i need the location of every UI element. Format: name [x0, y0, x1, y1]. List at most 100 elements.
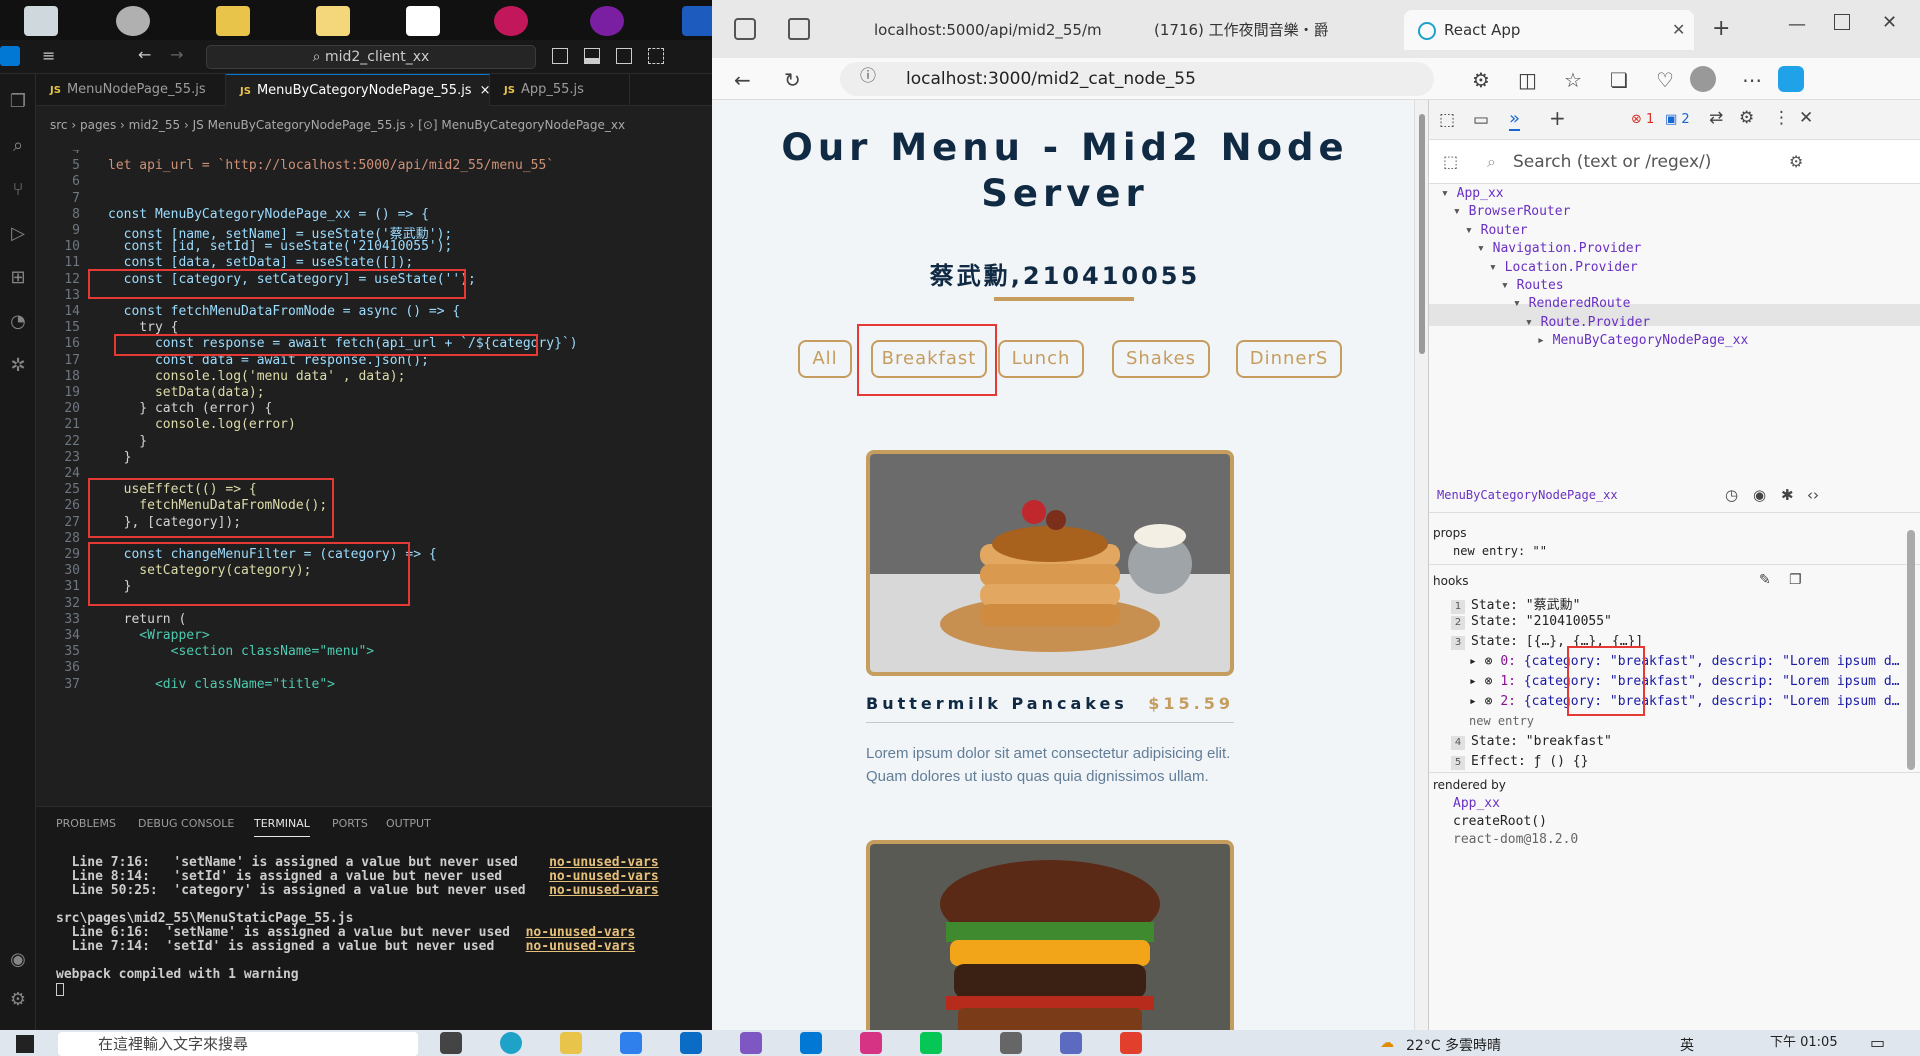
device-emulation-icon[interactable]: ▭ [1473, 110, 1489, 130]
hook-row[interactable]: ▸ ⊗ 1: {category: "breakfast", descrip: … [1469, 674, 1899, 689]
network-icon[interactable]: ⇄ [1709, 108, 1723, 128]
extensions-icon[interactable]: ⚙ [1472, 68, 1490, 92]
devtools-close-icon[interactable]: ✕ [1799, 108, 1813, 128]
weather-icon[interactable]: ☁ [1380, 1035, 1394, 1051]
new-tab-icon[interactable]: + [1712, 16, 1730, 41]
components-settings-icon[interactable]: ⚙ [1789, 152, 1803, 171]
rendered-by-app[interactable]: App_xx [1453, 796, 1500, 811]
mail-taskbar-icon[interactable] [680, 1032, 702, 1054]
minimize-icon[interactable]: — [1788, 14, 1806, 35]
hook-row[interactable]: ▸ ⊗ 2: {category: "breakfast", descrip: … [1469, 694, 1899, 709]
page-scrollbar[interactable] [1414, 100, 1428, 1030]
forward-arrow-icon[interactable]: → [170, 45, 183, 64]
copilot-icon[interactable]: ✲ [6, 354, 30, 378]
app-icon-pink[interactable] [494, 6, 528, 36]
hook-row[interactable]: 2 State: "210410055" [1451, 614, 1612, 630]
folder-icon[interactable] [216, 6, 250, 36]
close-window-icon[interactable]: ✕ [1882, 12, 1897, 33]
toggle-secondary-sidebar-icon[interactable] [616, 48, 632, 64]
expand-arrow-icon[interactable]: ▾ [1489, 260, 1505, 275]
close-tab-icon[interactable]: ✕ [1672, 20, 1685, 39]
eslint-rule-link[interactable]: no-unused-vars [549, 855, 659, 870]
expand-arrow-icon[interactable]: ▾ [1501, 278, 1517, 293]
back-icon[interactable]: ← [734, 68, 751, 92]
tab-menu-by-category[interactable]: JS MenuByCategoryNodePage_55.js × [226, 74, 491, 106]
copilot-icon[interactable] [1778, 66, 1804, 92]
more-options-icon[interactable]: ⋯ [1742, 68, 1762, 92]
hook-row[interactable]: 1 State: "蔡武勳" [1451, 594, 1580, 614]
component-tree[interactable]: ▾ App_xx ▾ BrowserRouter ▾ Router ▾ Navigat… [1429, 186, 1920, 366]
task-view-icon[interactable] [440, 1032, 462, 1054]
more-tabs-icon[interactable]: » [1509, 108, 1521, 131]
browser-tab-youtube[interactable]: (1716) 工作夜間音樂・爵 [1114, 10, 1404, 50]
recycle-bin-icon[interactable] [24, 6, 58, 36]
app-taskbar-icon[interactable] [1120, 1032, 1142, 1054]
clock-time[interactable]: 下午 01:05 [1770, 1031, 1838, 1050]
source-icon[interactable]: ‹› [1807, 486, 1819, 504]
copy-icon[interactable]: ❐ [1789, 572, 1802, 588]
inspect-icon[interactable]: ⬚ [1439, 110, 1455, 130]
component-search[interactable]: ⬚ ⌕ Search (text or /regex/) ⚙ [1429, 140, 1920, 184]
hook-row[interactable]: ▸ ⊗ 0: {category: "breakfast", descrip: … [1469, 654, 1899, 669]
settings-taskbar-icon[interactable] [1000, 1032, 1022, 1054]
tab-debug-console[interactable]: DEBUG CONSOLE [138, 817, 234, 830]
vertical-tabs-icon[interactable] [788, 18, 810, 40]
tab-problems[interactable]: PROBLEMS [56, 817, 116, 830]
instagram-taskbar-icon[interactable] [860, 1032, 882, 1054]
toggle-sidebar-icon[interactable] [552, 48, 568, 64]
customize-layout-icon[interactable] [648, 48, 664, 64]
select-element-icon[interactable]: ⬚ [1443, 152, 1458, 171]
tab-terminal[interactable]: TERMINAL [254, 817, 310, 837]
filter-dinners-button[interactable]: DinnerS [1236, 340, 1342, 378]
filter-shakes-button[interactable]: Shakes [1112, 340, 1210, 378]
edge-taskbar-icon[interactable] [500, 1032, 522, 1054]
tree-node[interactable]: ▾ BrowserRouter [1453, 204, 1570, 219]
store-taskbar-icon[interactable] [620, 1032, 642, 1054]
expand-arrow-icon[interactable]: ▸ [1537, 333, 1553, 348]
line-taskbar-icon[interactable] [920, 1032, 942, 1054]
message-count[interactable]: ▣ 2 [1665, 112, 1690, 127]
settings-gear-icon[interactable]: ⚙ [6, 988, 30, 1012]
close-tab-icon[interactable]: × [480, 83, 491, 98]
back-arrow-icon[interactable]: ← [138, 45, 151, 64]
filter-lunch-button[interactable]: Lunch [998, 340, 1084, 378]
blank-file-icon[interactable] [406, 6, 440, 36]
windows-start-icon[interactable] [16, 1035, 34, 1053]
collections-icon[interactable]: ❏ [1610, 68, 1628, 92]
tree-node[interactable]: ▸ MenuByCategoryNodePage_xx [1537, 333, 1748, 348]
vscode-taskbar-icon[interactable] [800, 1032, 822, 1054]
expand-arrow-icon[interactable]: ▾ [1513, 296, 1529, 311]
eslint-rule-link[interactable]: no-unused-vars [549, 869, 659, 884]
expand-arrow-icon[interactable]: ▾ [1477, 241, 1493, 256]
notification-icon[interactable]: ▭ [1870, 1033, 1885, 1052]
folder-icon-2[interactable] [316, 6, 350, 36]
run-debug-icon[interactable]: ▷ [6, 222, 30, 246]
explorer-icon[interactable]: ❐ [6, 90, 30, 114]
filter-all-button[interactable]: All [798, 340, 852, 378]
hook-row[interactable]: 5 Effect: ƒ () {} [1451, 754, 1588, 770]
hooks-list[interactable]: 1 State: "蔡武勳" 2 State: "210410055" 3 State: … [1429, 594, 1920, 770]
eslint-rule-link[interactable]: no-unused-vars [526, 925, 636, 940]
devtools-more-icon[interactable]: ⋮ [1773, 108, 1790, 128]
eslint-rule-link[interactable]: no-unused-vars [526, 939, 636, 954]
devtools-scrollbar[interactable] [1907, 530, 1915, 770]
refresh-icon[interactable]: ↻ [784, 68, 801, 92]
browser-tab-api[interactable]: localhost:5000/api/mid2_55/m [834, 10, 1114, 50]
breadcrumb[interactable]: src › pages › mid2_55 › JS MenuByCategor… [50, 118, 710, 136]
teams2-taskbar-icon[interactable] [1060, 1032, 1082, 1054]
error-count[interactable]: ⊗ 1 [1631, 112, 1654, 127]
address-bar[interactable]: ⓘ localhost:3000/mid2_cat_node_55 [840, 62, 1434, 96]
taskbar-search[interactable]: 在這裡輸入文字來搜尋 [58, 1032, 418, 1056]
tree-node[interactable]: ▾ Router [1465, 223, 1528, 238]
favorites-icon[interactable]: ☆ [1564, 68, 1582, 92]
hook-row[interactable]: new entry [1469, 714, 1534, 728]
tree-node[interactable]: ▾ RenderedRoute [1513, 296, 1630, 311]
profile-avatar[interactable] [1690, 66, 1716, 92]
tab-app[interactable]: JS App_55.js [490, 74, 630, 106]
workspaces-icon[interactable] [734, 18, 756, 40]
add-panel-icon[interactable]: + [1549, 106, 1566, 130]
word-icon[interactable] [682, 6, 712, 36]
split-screen-icon[interactable]: ◫ [1518, 68, 1537, 92]
app-icon-purple[interactable] [590, 6, 624, 36]
tree-node[interactable]: ▾ Location.Provider [1489, 260, 1638, 275]
